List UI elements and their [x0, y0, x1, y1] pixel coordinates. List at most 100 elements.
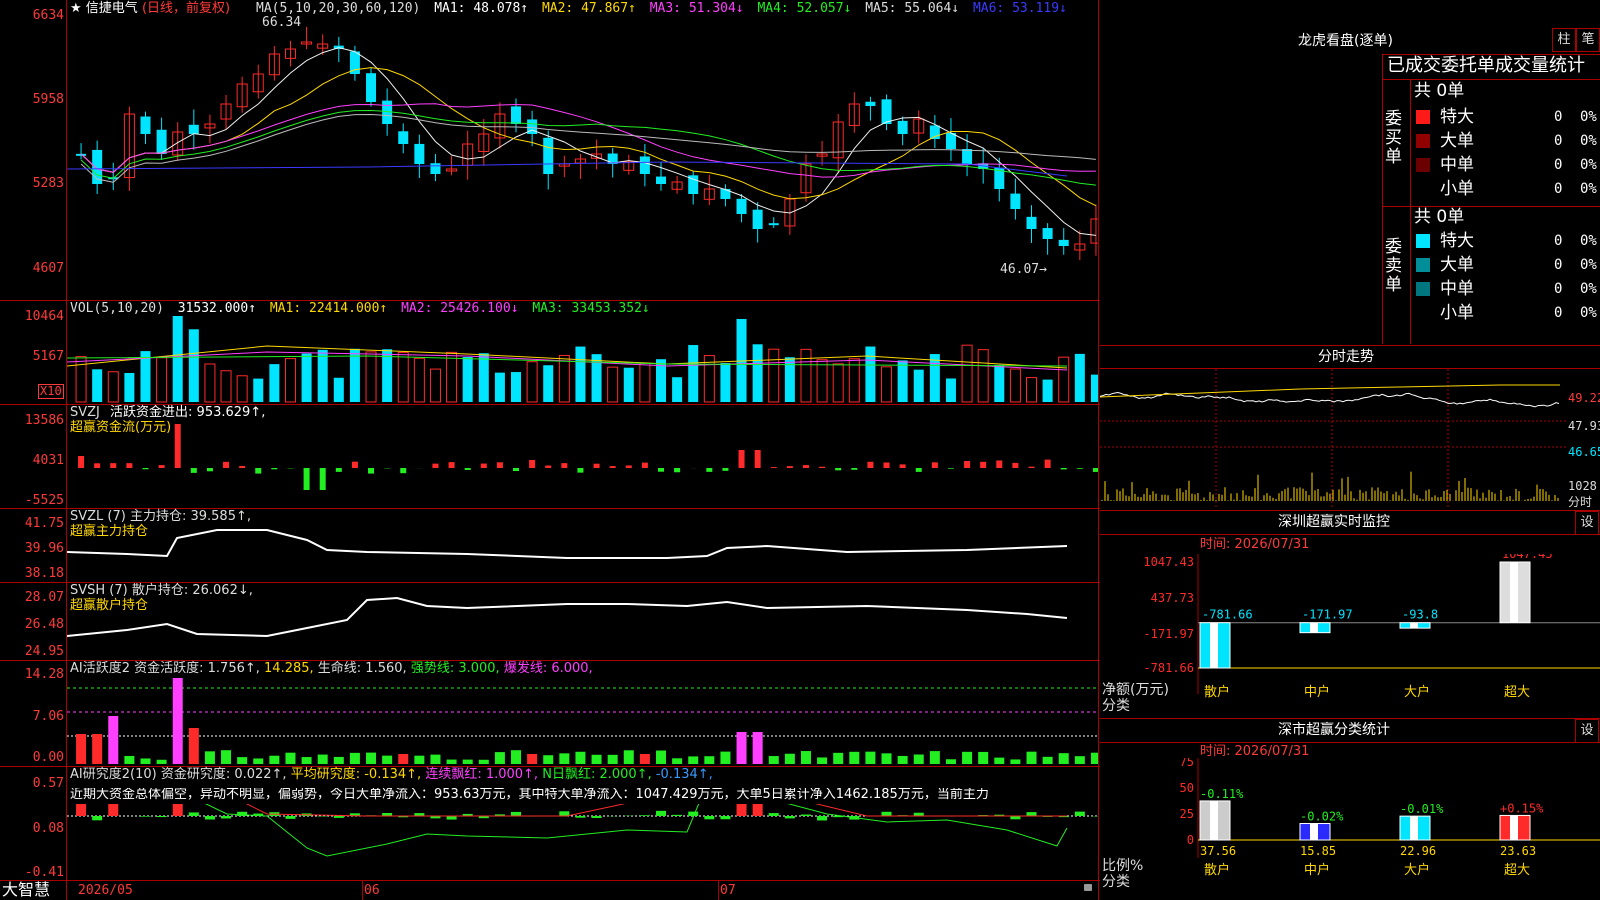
main-chart-area[interactable]: 6634 5958 5283 4607 ★ 信捷电气 (日线，前复权) MA(5…	[0, 0, 1100, 900]
research-bar	[639, 815, 650, 816]
activity-chart[interactable]	[67, 674, 1098, 766]
row-pct: 0%	[1580, 157, 1597, 173]
volume-bar	[124, 372, 135, 402]
flow-bar	[239, 465, 246, 468]
volume-bar	[92, 369, 103, 402]
flow-bar	[78, 456, 85, 468]
vol-unit-badge: X10	[38, 384, 64, 399]
flow-bar	[657, 468, 664, 472]
intraday-title: 分时走势	[1318, 349, 1374, 365]
flow-bar	[851, 468, 858, 470]
flow-bar	[883, 462, 890, 468]
row-pct: 0%	[1580, 257, 1597, 273]
sz-class-settings-button[interactable]: 设	[1575, 719, 1599, 743]
sz-class-bar-highlight	[1410, 816, 1418, 840]
flow-bar	[674, 468, 681, 473]
sz-class-value-label: 15.85	[1300, 844, 1336, 858]
price-axis-6634: 6634	[32, 8, 64, 23]
sz-monitor-bar-highlight	[1510, 562, 1518, 623]
tab-bar-button[interactable]: 柱	[1552, 28, 1576, 52]
sz-class-change-label: +0.15%	[1500, 801, 1544, 815]
volume-bar	[945, 378, 956, 402]
sz-monitor-settings-button[interactable]: 设	[1575, 511, 1599, 535]
sz-class-value-label: 37.56	[1200, 844, 1236, 858]
research-bar	[575, 816, 586, 818]
active-axis-low: 0.00	[32, 750, 64, 765]
row-value: 0	[1554, 133, 1563, 149]
activity-bar	[398, 754, 409, 764]
activity-bar	[1074, 756, 1085, 764]
activity-bar	[752, 732, 763, 764]
activity-bar	[623, 750, 634, 764]
intraday-chart[interactable]	[1100, 369, 1566, 509]
volume-bar	[269, 364, 280, 402]
retail-position-chart[interactable]	[67, 584, 1098, 660]
research-bar	[511, 811, 522, 816]
sz-monitor-chart[interactable]: 1047.43 437.73 -171.97 -781.66 -781.66 散户 -171…	[1100, 554, 1600, 720]
flow-bar	[223, 461, 230, 468]
volume-bar	[494, 372, 505, 402]
research-axis-high: 0.57	[32, 776, 64, 791]
activity-bar	[172, 678, 183, 764]
buy-total: 共 0单	[1414, 81, 1465, 101]
swatch-teal	[1416, 258, 1430, 272]
volume-bar	[301, 353, 312, 402]
sz-class-chart[interactable]: 75 50 25 0 -0.11% 37.56 散户 -0.02% 15.85 中户 -0.01% 2…	[1100, 758, 1600, 900]
candle-body	[639, 156, 650, 174]
activity-bar	[317, 754, 328, 764]
volume-bar	[543, 365, 554, 402]
right-panel: 龙虎看盘(逐单) 柱 笔 已成交委托单成交量统计 委买单 委卖单 共 0单 共 …	[1100, 0, 1600, 900]
research-bar	[720, 816, 731, 820]
row-name: 小单	[1440, 179, 1474, 199]
vol-ma3-line	[67, 355, 1068, 367]
volume-bar	[1074, 353, 1085, 402]
research-chart[interactable]	[67, 804, 1098, 880]
candle-body	[366, 73, 377, 102]
activity-bar	[1026, 751, 1037, 764]
volume-bar	[429, 368, 441, 403]
sell-total: 共 0单	[1414, 207, 1465, 227]
volume-bar	[253, 378, 264, 402]
sz-class-change-label: -0.11%	[1200, 787, 1244, 801]
activity-bar	[76, 734, 87, 764]
research-axis-low: -0.41	[24, 865, 64, 880]
sz-class-title: 深市超赢分类统计	[1278, 722, 1390, 738]
flow-bar	[303, 468, 310, 490]
activity-bar	[817, 757, 828, 764]
volume-bar	[800, 348, 812, 403]
flow-bar	[899, 464, 906, 468]
flow-bar	[142, 468, 149, 470]
svsh-axis-high: 28.07	[24, 590, 64, 605]
candle-body	[511, 106, 522, 124]
flow-bar	[529, 459, 536, 468]
sz-class-value-label: 23.63	[1500, 844, 1536, 858]
volume-bar	[784, 357, 795, 402]
swatch-red	[1416, 110, 1430, 124]
fund-flow-chart[interactable]	[67, 420, 1098, 508]
sz-class-bar-highlight	[1310, 823, 1318, 840]
candle-body	[736, 198, 747, 214]
volume-bar	[236, 375, 248, 403]
tab-tick-button[interactable]: 笔	[1576, 28, 1600, 52]
research-bar	[76, 804, 87, 816]
activity-bar	[688, 756, 699, 764]
main-position-chart[interactable]	[67, 510, 1098, 582]
research-commentary: 近期大资金总体偏空，异动不明显，偏弱势，今日大单净流入：953.63万元，其中特…	[70, 788, 989, 802]
volume-chart[interactable]	[67, 316, 1098, 404]
research-bar	[768, 813, 779, 816]
buy-row-super: 特大 0 0%	[1414, 106, 1600, 130]
lock-icon[interactable]	[1084, 884, 1092, 891]
buy-row-medium: 中单 0 0%	[1414, 154, 1600, 178]
candlestick-chart[interactable]	[67, 14, 1098, 300]
volume-bar	[558, 354, 570, 403]
candle-body	[188, 124, 199, 134]
intraday-vol-label: 分时	[1568, 495, 1593, 509]
sz-monitor-category: 分类	[1102, 698, 1130, 714]
sz-monitor-category-label: 中户	[1304, 684, 1330, 700]
row-pct: 0%	[1580, 181, 1597, 197]
row-pct: 0%	[1580, 281, 1597, 297]
volume-bar	[913, 369, 924, 402]
flow-bar	[641, 462, 648, 468]
sz-monitor-date: 时间: 2026/07/31	[1200, 537, 1310, 552]
flow-bar	[1076, 468, 1083, 469]
